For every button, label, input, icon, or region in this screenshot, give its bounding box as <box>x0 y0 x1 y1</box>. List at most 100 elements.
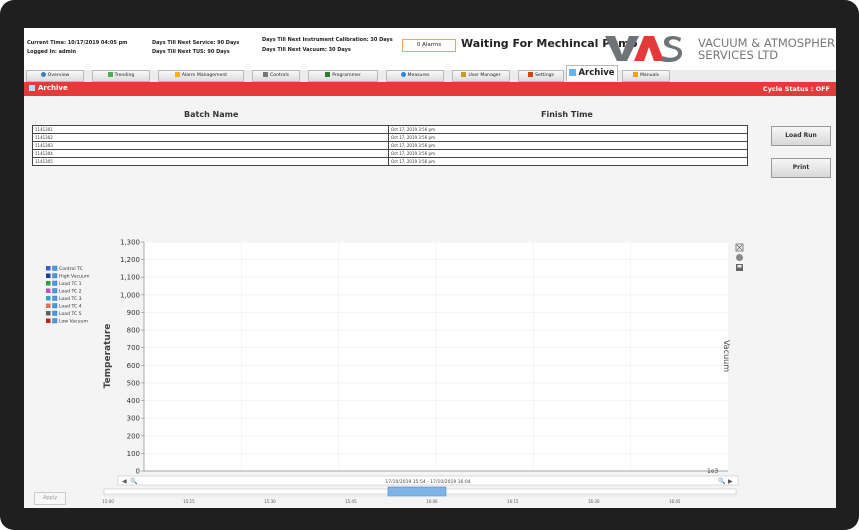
zoom-out-icon[interactable]: 🔍 <box>130 477 138 485</box>
finish-time-cell: Oct 17, 2019 3:56 pm <box>391 143 435 148</box>
column-divider <box>388 134 389 141</box>
table-row[interactable]: 1141301 Oct 17, 2019 3:56 pm <box>33 126 747 134</box>
table-row[interactable]: 1141305 Oct 17, 2019 3:56 pm <box>33 158 747 165</box>
y-axis-label: Temperature <box>103 324 113 389</box>
alarms-button[interactable]: 0 Alarms <box>402 39 456 52</box>
tab-controls[interactable]: Controls <box>252 70 300 82</box>
batch-name-cell: 1141304 <box>35 151 53 156</box>
checkbox-checked-icon[interactable] <box>52 273 58 279</box>
current-time: Current Time: 10/17/2019 04:05 pm <box>27 40 128 46</box>
scroll-left-arrow-icon[interactable]: ◀ <box>122 478 127 485</box>
navigator-tick-label: 15:00 <box>102 499 114 504</box>
column-divider <box>388 158 389 165</box>
y-tick-label: 1,000 <box>120 291 140 299</box>
tab-label: Measures <box>407 73 430 78</box>
trend-chart: 0 100 200 300 400 500 600 700 800 900 1,000 1,100 1,… <box>24 228 836 508</box>
alarm-icon <box>174 72 180 77</box>
checkbox-checked-icon[interactable] <box>52 288 58 294</box>
checkbox-checked-icon[interactable] <box>52 318 58 324</box>
batch-name-cell: 1141302 <box>35 135 53 140</box>
tab-overview[interactable]: Overview <box>26 70 84 82</box>
column-divider <box>388 150 389 157</box>
manuals-icon <box>632 72 638 77</box>
table-row[interactable]: 1141302 Oct 17, 2019 3:56 pm <box>33 134 747 142</box>
tab-settings[interactable]: Settings <box>518 70 564 82</box>
save-chart-icon[interactable] <box>736 264 743 271</box>
programmer-icon <box>325 72 331 77</box>
column-header-batch-name: Batch Name <box>184 110 239 119</box>
tus-days: Days Till Next TUS: 90 Days <box>152 49 230 55</box>
series-swatch <box>46 266 51 271</box>
navigator-tick-label: 15:15 <box>183 499 195 504</box>
hmi-screen: Current Time: 10/17/2019 04:05 pm Logged… <box>24 28 836 508</box>
column-divider <box>388 126 389 133</box>
legend-label: Load TC 3 <box>59 296 82 302</box>
tab-label: Overview <box>47 73 70 78</box>
page-title: Archive <box>29 84 68 92</box>
legend-label: High Vacuum <box>59 274 90 280</box>
series-swatch <box>46 303 51 308</box>
zoom-in-icon[interactable]: 🔍 <box>718 477 726 485</box>
series-swatch <box>46 281 51 286</box>
checkbox-checked-icon[interactable] <box>52 303 58 309</box>
print-button[interactable]: Print <box>771 158 831 178</box>
checkbox-checked-icon[interactable] <box>52 295 58 301</box>
tab-manuals[interactable]: Manuals <box>622 70 670 82</box>
column-header-finish-time: Finish Time <box>541 110 593 119</box>
finish-time-cell: Oct 17, 2019 3:56 pm <box>391 135 435 140</box>
logged-in-user: Logged In: admin <box>27 49 77 55</box>
y-tick-label: 700 <box>127 344 140 352</box>
legend-label: Load TC 1 <box>59 281 82 287</box>
y-tick-label: 400 <box>127 397 140 405</box>
navigator-tick-label: 16:15 <box>507 499 519 504</box>
checkbox-checked-icon[interactable] <box>52 280 58 286</box>
tab-label: Controls <box>270 73 289 78</box>
calibration-days: Days Till Next Instrument Calibration: 3… <box>262 37 393 43</box>
tab-label: Manuals <box>639 73 660 78</box>
navigator-tick-label: 16:45 <box>669 499 681 504</box>
table-row[interactable]: 1141303 Oct 17, 2019 3:56 pm <box>33 142 747 150</box>
page-title-text: Archive <box>38 84 68 92</box>
checkbox-checked-icon[interactable] <box>52 265 58 271</box>
tab-label: User Manager <box>468 73 501 78</box>
y-tick-label: 1,100 <box>120 274 140 282</box>
company-name-line2: SERVICES LTD <box>698 48 779 62</box>
header-bar: Current Time: 10/17/2019 04:05 pm Logged… <box>24 28 836 70</box>
y-tick-label: 600 <box>127 362 140 370</box>
tab-programmer[interactable]: Programmer <box>308 70 378 82</box>
archive-icon <box>29 85 35 91</box>
navigator-window[interactable] <box>387 486 447 497</box>
vacuum-days: Days Till Next Vacuum: 30 Days <box>262 47 351 53</box>
legend-label: Load TC 2 <box>59 289 82 295</box>
table-row[interactable]: 1141304 Oct 17, 2019 3:56 pm <box>33 150 747 158</box>
checkbox-checked-icon[interactable] <box>52 310 58 316</box>
service-days: Days Till Next Service: 90 Days <box>152 40 240 46</box>
tab-trending[interactable]: Trending <box>92 70 150 82</box>
series-swatch <box>46 273 51 278</box>
y-tick-label: 300 <box>127 415 140 423</box>
navigator-tick-label: 16:30 <box>588 499 600 504</box>
tab-label: Settings <box>535 73 554 78</box>
tab-archive[interactable]: Archive <box>566 65 618 81</box>
y-tick-label: 100 <box>127 450 140 458</box>
tab-measures[interactable]: Measures <box>386 70 444 82</box>
y2-tick: 1e3 <box>707 468 719 475</box>
series-swatch <box>46 296 51 301</box>
scroll-right-arrow-icon[interactable]: ▶ <box>728 478 733 485</box>
user-icon <box>461 72 467 77</box>
tab-label: Trending <box>114 73 135 78</box>
y-tick-label: 200 <box>127 432 140 440</box>
print-chart-icon[interactable] <box>736 254 743 261</box>
batch-name-cell: 1141303 <box>35 143 53 148</box>
page-title-bar: Archive Cycle Status : OFF <box>24 82 836 96</box>
load-run-button[interactable]: Load Run <box>771 126 831 146</box>
tab-user-manager[interactable]: User Manager <box>452 70 510 82</box>
apply-button[interactable]: Apply <box>34 492 66 505</box>
tab-alarm-management[interactable]: Alarm Management <box>158 70 244 82</box>
settings-icon <box>528 72 534 77</box>
series-swatch <box>46 318 51 323</box>
series-swatch <box>46 288 51 293</box>
tab-label: Archive <box>578 68 615 78</box>
finish-time-cell: Oct 17, 2019 3:56 pm <box>391 151 435 156</box>
y-tick-label: 500 <box>127 379 140 387</box>
